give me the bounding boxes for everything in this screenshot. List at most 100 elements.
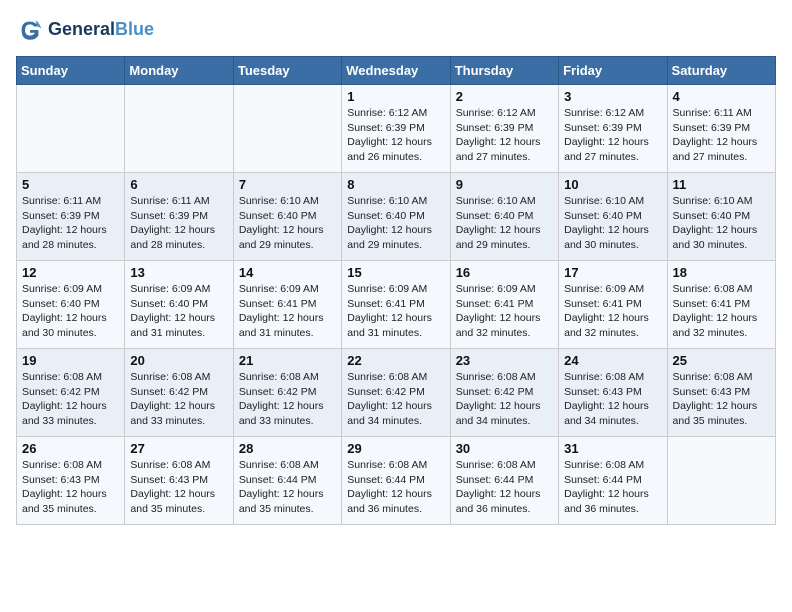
calendar-cell: 14Sunrise: 6:09 AM Sunset: 6:41 PM Dayli… [233,261,341,349]
calendar-cell: 30 Sunrise: 6:08 AM Sunset: 6:44 PM Dayli… [450,437,558,525]
calendar-day-header: Tuesday [233,57,341,85]
day-info: Sunrise: 6:08 AM Sunset: 6:44 PM Dayligh… [564,458,661,517]
calendar-week-row: 19 Sunrise: 6:08 AM Sunset: 6:42 PM Dayli… [17,349,776,437]
day-number: 1 [347,89,444,104]
calendar-cell: 17 Sunrise: 6:09 AM Sunset: 6:41 PM Dayli… [559,261,667,349]
day-info: Sunrise: 6:08 AM Sunset: 6:44 PM Dayligh… [456,458,553,517]
calendar-cell: 2 Sunrise: 6:12 AM Sunset: 6:39 PM Daylig… [450,85,558,173]
day-info: Sunrise: 6:08 AM Sunset: 6:42 PM Dayligh… [347,370,444,429]
calendar-cell [233,85,341,173]
day-info: Sunrise: 6:08 AM Sunset: 6:44 PM Dayligh… [347,458,444,517]
day-number: 18 [673,265,770,280]
day-info: Sunrise: 6:08 AM Sunset: 6:43 PM Dayligh… [673,370,770,429]
calendar-cell: 28 Sunrise: 6:08 AM Sunset: 6:44 PM Dayli… [233,437,341,525]
day-info: Sunrise: 6:08 AM Sunset: 6:43 PM Dayligh… [564,370,661,429]
calendar-cell: 5 Sunrise: 6:11 AM Sunset: 6:39 PM Daylig… [17,173,125,261]
day-number: 8 [347,177,444,192]
calendar-week-row: 1 Sunrise: 6:12 AM Sunset: 6:39 PM Daylig… [17,85,776,173]
day-number: 31 [564,441,661,456]
day-info: Sunrise: 6:08 AM Sunset: 6:42 PM Dayligh… [130,370,227,429]
day-info: Sunrise: 6:08 AM Sunset: 6:43 PM Dayligh… [22,458,119,517]
day-info: Sunrise: 6:09 AM Sunset: 6:41 PM Dayligh… [456,282,553,341]
calendar-cell: 22 Sunrise: 6:08 AM Sunset: 6:42 PM Dayli… [342,349,450,437]
day-info: Sunrise: 6:08 AM Sunset: 6:43 PM Dayligh… [130,458,227,517]
day-number: 26 [22,441,119,456]
calendar-cell: 1 Sunrise: 6:12 AM Sunset: 6:39 PM Daylig… [342,85,450,173]
calendar-cell: 13 Sunrise: 6:09 AM Sunset: 6:40 PM Dayli… [125,261,233,349]
calendar-cell: 15 Sunrise: 6:09 AM Sunset: 6:41 PM Dayli… [342,261,450,349]
calendar-day-header: Saturday [667,57,775,85]
calendar-cell: 23Sunrise: 6:08 AM Sunset: 6:42 PM Dayli… [450,349,558,437]
day-info: Sunrise: 6:10 AM Sunset: 6:40 PM Dayligh… [673,194,770,253]
day-number: 15 [347,265,444,280]
calendar-cell: 9 Sunrise: 6:10 AM Sunset: 6:40 PM Daylig… [450,173,558,261]
day-info: Sunrise: 6:08 AM Sunset: 6:44 PM Dayligh… [239,458,336,517]
day-number: 24 [564,353,661,368]
calendar-cell: 26 Sunrise: 6:08 AM Sunset: 6:43 PM Dayli… [17,437,125,525]
day-info: Sunrise: 6:08 AM Sunset: 6:41 PM Dayligh… [673,282,770,341]
calendar-cell: 11Sunrise: 6:10 AM Sunset: 6:40 PM Dayli… [667,173,775,261]
day-number: 10 [564,177,661,192]
calendar-header-row: SundayMondayTuesdayWednesdayThursdayFrid… [17,57,776,85]
logo: GeneralBlue [16,16,154,44]
calendar-cell: 10 Sunrise: 6:10 AM Sunset: 6:40 PM Dayli… [559,173,667,261]
day-info: Sunrise: 6:10 AM Sunset: 6:40 PM Dayligh… [456,194,553,253]
day-info: Sunrise: 6:10 AM Sunset: 6:40 PM Dayligh… [347,194,444,253]
calendar-cell: 20Sunrise: 6:08 AM Sunset: 6:42 PM Dayli… [125,349,233,437]
calendar-cell: 25 Sunrise: 6:08 AM Sunset: 6:43 PM Dayli… [667,349,775,437]
logo-icon [16,16,44,44]
day-number: 14 [239,265,336,280]
day-info: Sunrise: 6:11 AM Sunset: 6:39 PM Dayligh… [673,106,770,165]
day-number: 17 [564,265,661,280]
day-number: 25 [673,353,770,368]
day-number: 28 [239,441,336,456]
logo-text: GeneralBlue [48,20,154,40]
day-number: 30 [456,441,553,456]
day-info: Sunrise: 6:12 AM Sunset: 6:39 PM Dayligh… [456,106,553,165]
calendar-week-row: 26 Sunrise: 6:08 AM Sunset: 6:43 PM Dayli… [17,437,776,525]
calendar-cell: 18 Sunrise: 6:08 AM Sunset: 6:41 PM Dayli… [667,261,775,349]
calendar-cell: 29 Sunrise: 6:08 AM Sunset: 6:44 PM Dayli… [342,437,450,525]
day-info: Sunrise: 6:11 AM Sunset: 6:39 PM Dayligh… [22,194,119,253]
calendar-cell: 16 Sunrise: 6:09 AM Sunset: 6:41 PM Dayli… [450,261,558,349]
day-info: Sunrise: 6:10 AM Sunset: 6:40 PM Dayligh… [239,194,336,253]
calendar-cell: 7 Sunrise: 6:10 AM Sunset: 6:40 PM Daylig… [233,173,341,261]
calendar-day-header: Thursday [450,57,558,85]
day-number: 21 [239,353,336,368]
page-header: GeneralBlue [16,16,776,44]
calendar-table: SundayMondayTuesdayWednesdayThursdayFrid… [16,56,776,525]
calendar-cell: 6Sunrise: 6:11 AM Sunset: 6:39 PM Daylig… [125,173,233,261]
day-number: 2 [456,89,553,104]
calendar-cell: 4 Sunrise: 6:11 AM Sunset: 6:39 PM Daylig… [667,85,775,173]
calendar-week-row: 5 Sunrise: 6:11 AM Sunset: 6:39 PM Daylig… [17,173,776,261]
day-number: 27 [130,441,227,456]
day-number: 9 [456,177,553,192]
day-number: 4 [673,89,770,104]
day-info: Sunrise: 6:09 AM Sunset: 6:40 PM Dayligh… [130,282,227,341]
day-number: 22 [347,353,444,368]
calendar-day-header: Monday [125,57,233,85]
day-number: 6 [130,177,227,192]
day-number: 12 [22,265,119,280]
calendar-cell: 19 Sunrise: 6:08 AM Sunset: 6:42 PM Dayli… [17,349,125,437]
day-number: 7 [239,177,336,192]
calendar-cell: 8 Sunrise: 6:10 AM Sunset: 6:40 PM Daylig… [342,173,450,261]
day-info: Sunrise: 6:12 AM Sunset: 6:39 PM Dayligh… [347,106,444,165]
calendar-cell [17,85,125,173]
calendar-day-header: Sunday [17,57,125,85]
calendar-cell: 27 Sunrise: 6:08 AM Sunset: 6:43 PM Dayli… [125,437,233,525]
day-info: Sunrise: 6:08 AM Sunset: 6:42 PM Dayligh… [22,370,119,429]
day-info: Sunrise: 6:09 AM Sunset: 6:41 PM Dayligh… [347,282,444,341]
calendar-day-header: Wednesday [342,57,450,85]
day-info: Sunrise: 6:10 AM Sunset: 6:40 PM Dayligh… [564,194,661,253]
day-number: 29 [347,441,444,456]
day-number: 5 [22,177,119,192]
calendar-day-header: Friday [559,57,667,85]
day-info: Sunrise: 6:08 AM Sunset: 6:42 PM Dayligh… [239,370,336,429]
day-number: 19 [22,353,119,368]
day-number: 16 [456,265,553,280]
calendar-cell: 21 Sunrise: 6:08 AM Sunset: 6:42 PM Dayli… [233,349,341,437]
day-info: Sunrise: 6:09 AM Sunset: 6:41 PM Dayligh… [564,282,661,341]
calendar-week-row: 12 Sunrise: 6:09 AM Sunset: 6:40 PM Dayli… [17,261,776,349]
day-number: 13 [130,265,227,280]
